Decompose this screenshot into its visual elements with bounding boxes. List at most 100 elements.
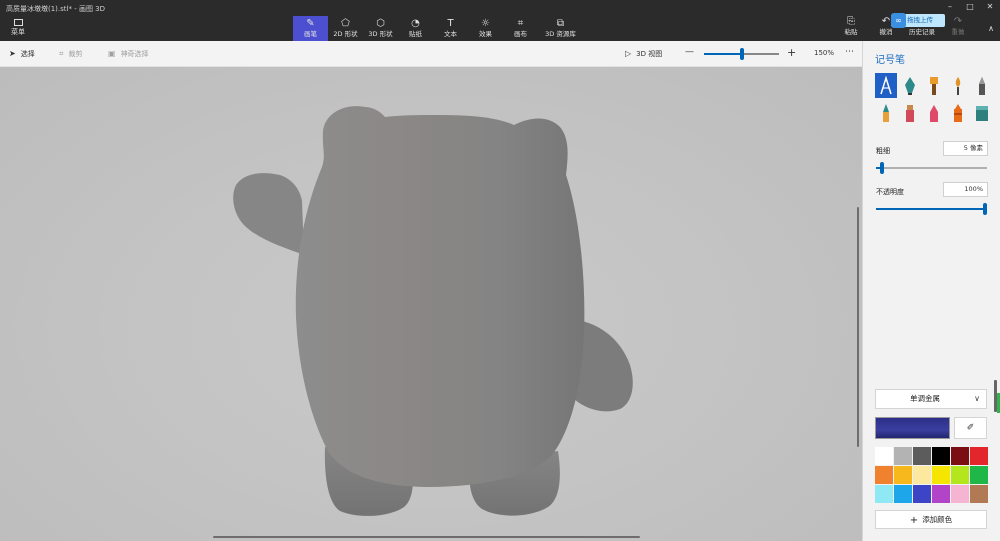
cube-icon: ⬡ xyxy=(376,18,385,29)
sub-toolbar: ➤ 选择 ⌗ 裁剪 ▣ 神奇选择 ▷ 3D 视图 — + 150% ⋯ xyxy=(0,41,862,67)
redo-icon: ↷ xyxy=(953,16,963,27)
color-swatch[interactable] xyxy=(913,466,931,484)
pixel-pen-icon[interactable] xyxy=(875,100,897,125)
color-swatch[interactable] xyxy=(894,466,912,484)
magic-select-tool[interactable]: ▣ 神奇选择 xyxy=(108,49,149,59)
body xyxy=(295,106,585,487)
oil-brush-icon[interactable] xyxy=(923,73,945,98)
crop-tool[interactable]: ⌗ 裁剪 xyxy=(59,49,83,59)
thickness-thumb[interactable] xyxy=(880,162,884,174)
color-swatch[interactable] xyxy=(970,447,988,465)
zoom-in-button[interactable]: + xyxy=(787,46,796,59)
color-swatch[interactable] xyxy=(875,466,893,484)
tab-label: 画笔 xyxy=(304,30,317,38)
watercolor-brush-icon[interactable] xyxy=(947,73,969,98)
brush-grid xyxy=(875,73,991,125)
tab-label: 文本 xyxy=(444,30,457,38)
horizontal-scrollbar[interactable] xyxy=(213,536,640,538)
bing-dwen-dwen-model[interactable] xyxy=(0,67,862,541)
zoom-fill xyxy=(704,53,742,55)
color-swatch[interactable] xyxy=(951,447,969,465)
drag-upload-popup[interactable]: ∞ 拖拽上传 xyxy=(891,13,945,28)
chevron-down-icon: ∨ xyxy=(974,394,980,403)
opacity-slider[interactable] xyxy=(876,203,987,215)
tab-canvas[interactable]: ⌗ 画布 xyxy=(503,16,538,41)
plus-icon: + xyxy=(909,515,919,526)
minimize-icon[interactable]: – xyxy=(940,0,960,14)
tab-sticker[interactable]: ◔ 贴纸 xyxy=(398,16,433,41)
crayon-icon[interactable] xyxy=(947,100,969,125)
tab-label: 效果 xyxy=(479,30,492,38)
vertical-scrollbar[interactable] xyxy=(857,207,859,447)
opacity-fill xyxy=(876,208,987,210)
opacity-label: 不透明度 xyxy=(876,188,904,196)
pencil-icon[interactable] xyxy=(971,73,993,98)
spray-can-icon[interactable] xyxy=(899,100,921,125)
paste-button[interactable]: ⎘ 粘贴 xyxy=(841,16,861,37)
add-color-button[interactable]: + 添加颜色 xyxy=(875,510,987,529)
tab-label: 2D 形状 xyxy=(333,30,358,38)
color-swatch[interactable] xyxy=(970,485,988,503)
tool-tabs: ✎ 画笔 ⬠ 2D 形状 ⬡ 3D 形状 ◔ 贴纸 T 文本 ☼ 效果 ⌗ 画布 ⧉ 3D 资源库 xyxy=(293,16,583,41)
color-swatch[interactable] xyxy=(875,447,893,465)
crop-icon: ⌗ xyxy=(59,49,64,58)
color-swatch[interactable] xyxy=(951,485,969,503)
view-3d-toggle[interactable]: ▷ 3D 视图 xyxy=(625,49,662,59)
tab-label: 画布 xyxy=(514,30,527,38)
opacity-input[interactable]: 100% xyxy=(943,182,988,197)
canvas-3d[interactable] xyxy=(0,67,862,541)
current-color-swatch[interactable] xyxy=(875,417,950,439)
zoom-level: 150% xyxy=(814,49,835,57)
magic-select-icon: ▣ xyxy=(108,49,116,58)
left-arm xyxy=(233,173,304,255)
color-palette xyxy=(875,447,989,503)
close-icon[interactable]: ✕ xyxy=(980,0,1000,14)
opacity-thumb[interactable] xyxy=(983,203,987,215)
more-options-button[interactable]: ⋯ xyxy=(845,47,854,57)
color-swatch[interactable] xyxy=(913,485,931,503)
color-swatch[interactable] xyxy=(875,485,893,503)
eraser-icon[interactable] xyxy=(923,100,945,125)
color-swatch[interactable] xyxy=(932,485,950,503)
fill-bucket-icon[interactable] xyxy=(971,100,993,125)
marker-brush-icon[interactable] xyxy=(875,73,897,98)
eyedropper-button[interactable]: ✐ xyxy=(954,417,987,439)
eyedropper-icon: ✐ xyxy=(966,423,975,433)
color-swatch[interactable] xyxy=(932,466,950,484)
select-tool[interactable]: ➤ 选择 xyxy=(9,49,35,59)
clipboard-icon: ⎘ xyxy=(847,16,855,27)
cursor-icon: ➤ xyxy=(9,49,16,58)
chevron-up-icon[interactable]: ∧ xyxy=(988,24,994,33)
flag-icon: ▷ xyxy=(625,49,632,58)
material-dropdown[interactable]: 单调金属 ∨ xyxy=(875,389,987,409)
thickness-slider[interactable] xyxy=(876,162,987,174)
calligraphy-pen-icon[interactable] xyxy=(899,73,921,98)
tab-label: 3D 形状 xyxy=(368,30,393,38)
maximize-icon[interactable]: □ xyxy=(960,0,980,14)
thickness-label: 粗细 xyxy=(876,147,890,155)
window-controls: – □ ✕ xyxy=(940,0,1000,14)
color-swatch[interactable] xyxy=(894,447,912,465)
ribbon: 高质量冰墩墩(1).stl* - 画图 3D 菜单 ✎ 画笔 ⬠ 2D 形状 ⬡ 3D 形… xyxy=(0,0,1000,41)
brush-panel: 记号笔 粗细 5 像素 不透明度 100% 单调金属 ∨ ✐ + 添加颜色 xyxy=(862,41,1000,541)
zoom-out-button[interactable]: — xyxy=(685,47,694,57)
color-swatch[interactable] xyxy=(932,447,950,465)
menu-button[interactable]: 菜单 xyxy=(4,18,32,40)
tab-brush[interactable]: ✎ 画笔 xyxy=(293,16,328,41)
color-swatch[interactable] xyxy=(894,485,912,503)
tab-shapes-2d[interactable]: ⬠ 2D 形状 xyxy=(328,16,363,41)
tab-library-3d[interactable]: ⧉ 3D 资源库 xyxy=(538,16,583,41)
zoom-slider[interactable] xyxy=(704,48,779,60)
zoom-thumb[interactable] xyxy=(740,48,744,60)
color-swatch[interactable] xyxy=(913,447,931,465)
thickness-input[interactable]: 5 像素 xyxy=(943,141,988,156)
folder-icon xyxy=(13,19,23,26)
tab-effects[interactable]: ☼ 效果 xyxy=(468,16,503,41)
window-title: 高质量冰墩墩(1).stl* - 画图 3D xyxy=(6,5,106,13)
color-swatch[interactable] xyxy=(970,466,988,484)
tab-text[interactable]: T 文本 xyxy=(433,16,468,41)
color-swatch[interactable] xyxy=(951,466,969,484)
tab-cube[interactable]: ⬡ 3D 形状 xyxy=(363,16,398,41)
menu-label: 菜单 xyxy=(11,28,25,36)
redo-button[interactable]: ↷ 重做 xyxy=(948,16,968,37)
